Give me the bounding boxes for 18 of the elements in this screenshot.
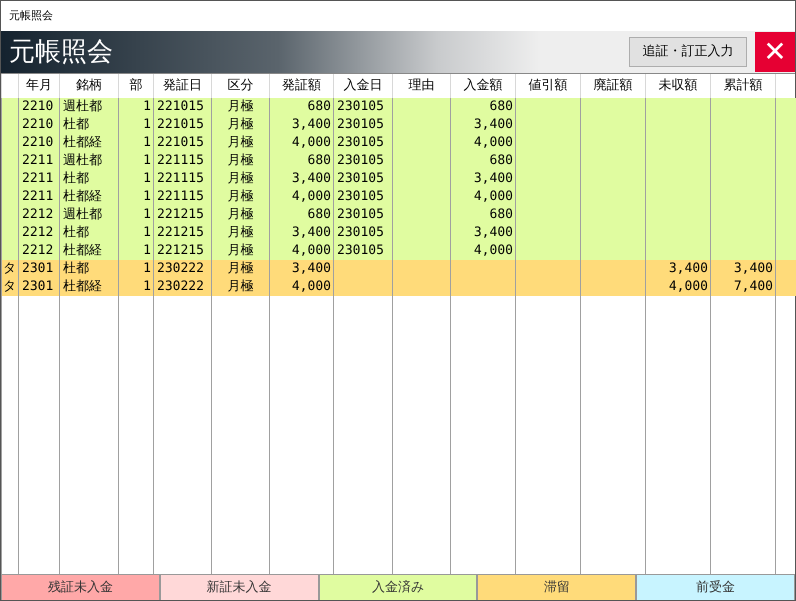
- correction-entry-button[interactable]: 追証・訂正入力: [629, 37, 747, 67]
- table-cell: 1: [118, 278, 154, 296]
- table-cell: 月極: [212, 278, 270, 296]
- close-button[interactable]: ✕: [755, 32, 795, 72]
- header-title: 元帳照会: [8, 39, 113, 65]
- table-cell: 230222: [154, 278, 212, 296]
- legend-item: 新証未入金: [160, 575, 319, 600]
- window-title: 元帳照会: [9, 8, 53, 24]
- table-cell: 4,000: [646, 278, 710, 296]
- legend-item: 前受金: [636, 575, 795, 600]
- table-cell: 2301: [18, 278, 60, 296]
- legend-item: 入金済み: [318, 575, 478, 600]
- legend-item: 残証未入金: [1, 575, 160, 600]
- table-cell: 4,000: [270, 278, 334, 296]
- table-cell: タ: [2, 278, 18, 296]
- legend-item: 滞留: [477, 575, 636, 600]
- table-cell: 7,400: [710, 278, 776, 296]
- table-cell: 杜都経: [60, 278, 118, 296]
